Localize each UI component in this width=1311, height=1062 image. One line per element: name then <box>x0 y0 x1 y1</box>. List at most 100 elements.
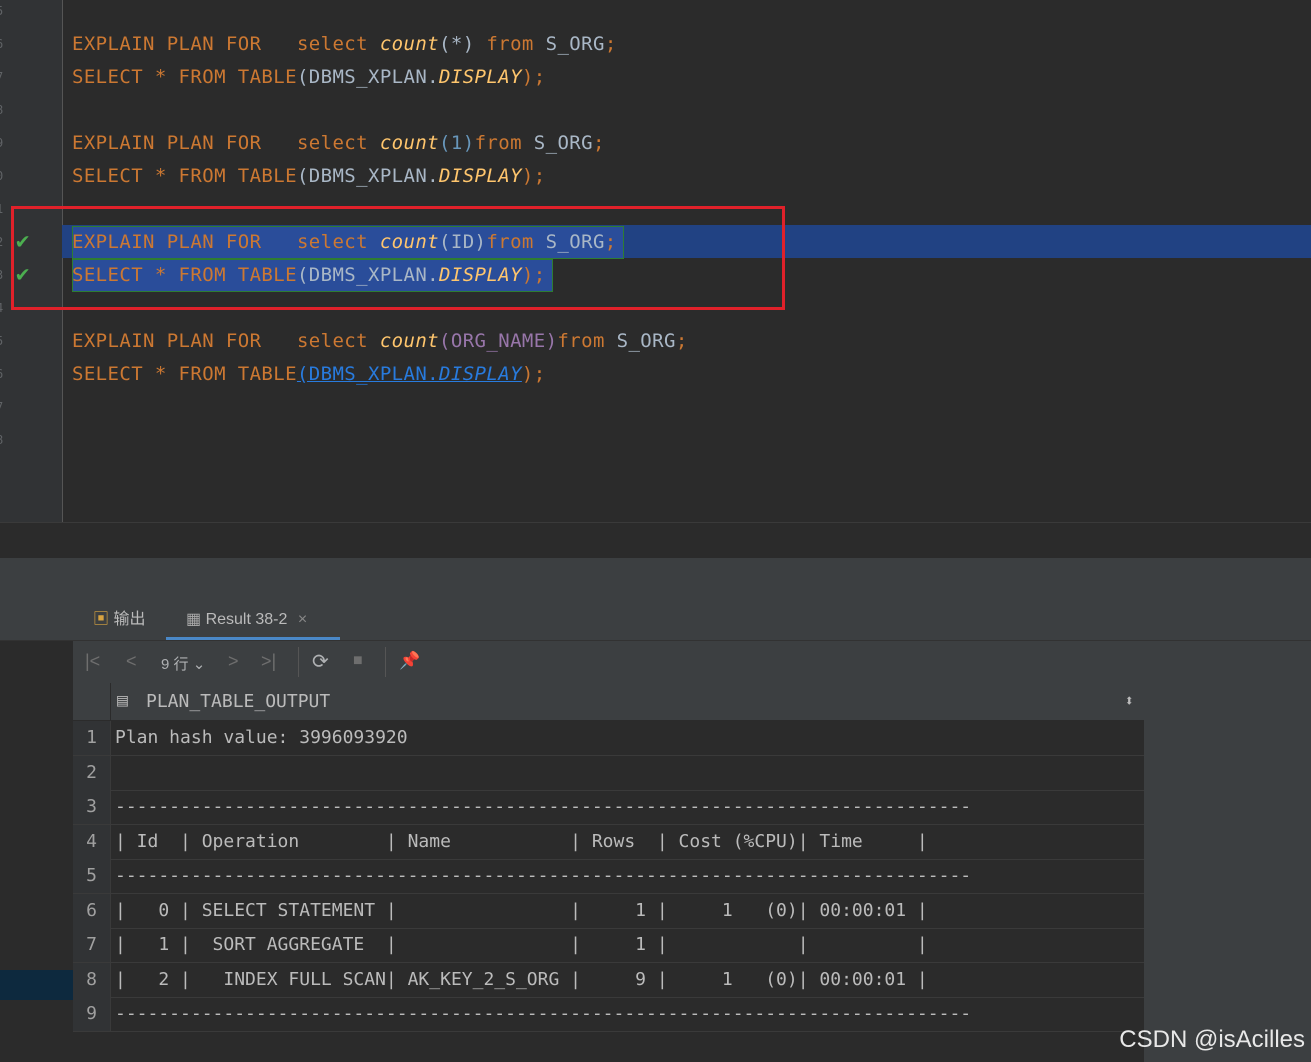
code-line[interactable]: EXPLAIN PLAN FOR select count(*) from S_… <box>72 28 617 61</box>
table-icon: ▦ <box>186 611 202 628</box>
line-number: 6 <box>0 367 6 381</box>
column-header-plan-table-output[interactable]: PLAN_TABLE_OUTPUT <box>146 691 330 712</box>
code-line[interactable]: EXPLAIN PLAN FOR select count(1)from S_O… <box>72 127 605 160</box>
row-number: 1 <box>73 721 111 755</box>
code-keyword: SELECT * FROM TABLE <box>72 165 297 187</box>
code-arg: (1) <box>439 132 475 154</box>
sql-editor[interactable]: 5 6 7 8 9 0 1 2 3 4 5 6 7 8 ✔ ✔ EXPLAIN … <box>0 0 1311 522</box>
line-number: 8 <box>0 103 6 117</box>
toolbar-divider <box>385 647 386 677</box>
chevron-down-icon: ⌄ <box>192 656 206 673</box>
result-toolbar: |< < 9 行 ⌄ > >| ⟳ ■ 📌 <box>73 641 1311 683</box>
row-number: 8 <box>73 963 111 997</box>
row-cell[interactable]: ----------------------------------------… <box>115 997 971 1031</box>
tab-output[interactable]: ▣ 输出 <box>93 600 165 640</box>
line-number: 7 <box>0 400 6 414</box>
grid-header: ▤ PLAN_TABLE_OUTPUT ⬍ <box>73 683 1144 721</box>
pin-icon[interactable]: 📌 <box>399 651 420 671</box>
code-function: DISPLAY <box>439 165 522 187</box>
code-function-link[interactable]: DISPLAY <box>439 363 522 385</box>
sort-icon[interactable]: ⬍ <box>1124 691 1134 710</box>
code-keyword: SELECT * FROM TABLE <box>72 363 297 385</box>
row-count-dropdown[interactable]: 9 行 ⌄ <box>161 653 205 674</box>
code-end: ); <box>521 363 546 385</box>
tab-result-label: Result 38-2 <box>205 611 288 628</box>
line-number: 6 <box>0 37 6 51</box>
line-number: 5 <box>0 334 6 348</box>
row-cell[interactable]: | 0 | SELECT STATEMENT | | 1 | 1 (0)| 00… <box>115 894 928 928</box>
line-number: 7 <box>0 70 6 84</box>
row-number: 2 <box>73 756 111 790</box>
code-arg: (*) <box>439 33 475 55</box>
row-cell[interactable]: ----------------------------------------… <box>115 859 971 893</box>
line-number: 4 <box>0 301 6 315</box>
line-number: 1 <box>0 202 6 216</box>
code-end: ; <box>604 33 617 55</box>
table-row[interactable]: 7 | 1 | SORT AGGREGATE | | 1 | | | <box>73 928 1144 963</box>
close-icon[interactable]: × <box>298 611 307 628</box>
code-line[interactable]: SELECT * FROM TABLE(DBMS_XPLAN.DISPLAY); <box>72 61 546 94</box>
code-keyword: from <box>557 330 617 352</box>
code-call: (DBMS_XPLAN. <box>296 165 440 187</box>
row-number: 5 <box>73 859 111 893</box>
stop-icon[interactable]: ■ <box>353 652 363 670</box>
code-keyword: SELECT * FROM TABLE <box>72 66 297 88</box>
row-cell[interactable]: | 2 | INDEX FULL SCAN| AK_KEY_2_S_ORG | … <box>115 963 928 997</box>
row-count-label: 9 行 <box>161 656 189 673</box>
line-number: 9 <box>0 136 6 150</box>
grid-corner <box>73 683 111 720</box>
row-cell[interactable]: ----------------------------------------… <box>115 790 971 824</box>
grid-empty-area <box>1144 683 1311 1062</box>
watermark: CSDN @isAcilles <box>1119 1026 1305 1053</box>
table-row[interactable]: 6 | 0 | SELECT STATEMENT | | 1 | 1 (0)| 0… <box>73 894 1144 929</box>
code-keyword: EXPLAIN PLAN FOR select <box>72 33 380 55</box>
code-function: count <box>379 330 440 352</box>
table-row[interactable]: 9 ---------------------------------------… <box>73 997 1144 1032</box>
row-cell[interactable]: Plan hash value: 3996093920 <box>115 721 408 755</box>
table-row[interactable]: 2 <box>73 756 1144 791</box>
code-table: S_ORG <box>533 132 593 154</box>
code-end: ); <box>521 165 546 187</box>
code-keyword: from <box>474 33 546 55</box>
code-function: count <box>379 33 440 55</box>
table-row[interactable]: 4 | Id | Operation | Name | Rows | Cost (… <box>73 825 1144 860</box>
code-line[interactable]: EXPLAIN PLAN FOR select count(ORG_NAME)f… <box>72 325 688 358</box>
row-number: 9 <box>73 997 111 1031</box>
code-call-link[interactable]: (DBMS_XPLAN. <box>297 363 439 385</box>
code-table: S_ORG <box>545 33 605 55</box>
code-end: ; <box>675 330 688 352</box>
result-grid[interactable]: ▤ PLAN_TABLE_OUTPUT ⬍ 1 Plan hash value: … <box>73 683 1144 1062</box>
code-arg: (ORG_NAME) <box>439 330 558 352</box>
row-cell[interactable]: | Id | Operation | Name | Rows | Cost (%… <box>115 825 928 859</box>
first-page-icon[interactable]: |< <box>85 651 100 672</box>
code-function: DISPLAY <box>439 66 522 88</box>
row-number: 3 <box>73 790 111 824</box>
table-row[interactable]: 5 ---------------------------------------… <box>73 859 1144 894</box>
row-cell[interactable]: | 1 | SORT AGGREGATE | | 1 | | | <box>115 928 928 962</box>
table-row[interactable]: 8 | 2 | INDEX FULL SCAN| AK_KEY_2_S_ORG |… <box>73 963 1144 998</box>
code-function: count <box>379 132 440 154</box>
line-number: 0 <box>0 169 6 183</box>
toolbar-divider <box>298 647 299 677</box>
table-row[interactable]: 3 ---------------------------------------… <box>73 790 1144 825</box>
code-end: ; <box>592 132 605 154</box>
output-icon: ▣ <box>93 611 110 628</box>
row-number: 6 <box>73 894 111 928</box>
next-page-icon[interactable]: > <box>228 651 239 672</box>
line-number: 3 <box>0 268 6 282</box>
code-table: S_ORG <box>616 330 676 352</box>
refresh-icon[interactable]: ⟳ <box>312 649 329 674</box>
code-keyword: EXPLAIN PLAN FOR select <box>72 330 380 352</box>
code-line[interactable]: SELECT * FROM TABLE(DBMS_XPLAN.DISPLAY); <box>72 160 546 193</box>
last-page-icon[interactable]: >| <box>261 651 276 672</box>
row-number: 7 <box>73 928 111 962</box>
code-keyword: from <box>474 132 534 154</box>
left-selected-row <box>0 970 73 1000</box>
tab-output-label: 输出 <box>113 611 146 628</box>
table-row[interactable]: 1 Plan hash value: 3996093920 <box>73 721 1144 756</box>
line-number: 8 <box>0 433 6 447</box>
prev-page-icon[interactable]: < <box>126 651 137 672</box>
code-line[interactable]: SELECT * FROM TABLE(DBMS_XPLAN.DISPLAY); <box>72 358 546 391</box>
tab-result[interactable]: ▦ Result 38-2 × <box>166 600 340 640</box>
column-icon: ▤ <box>117 690 128 711</box>
